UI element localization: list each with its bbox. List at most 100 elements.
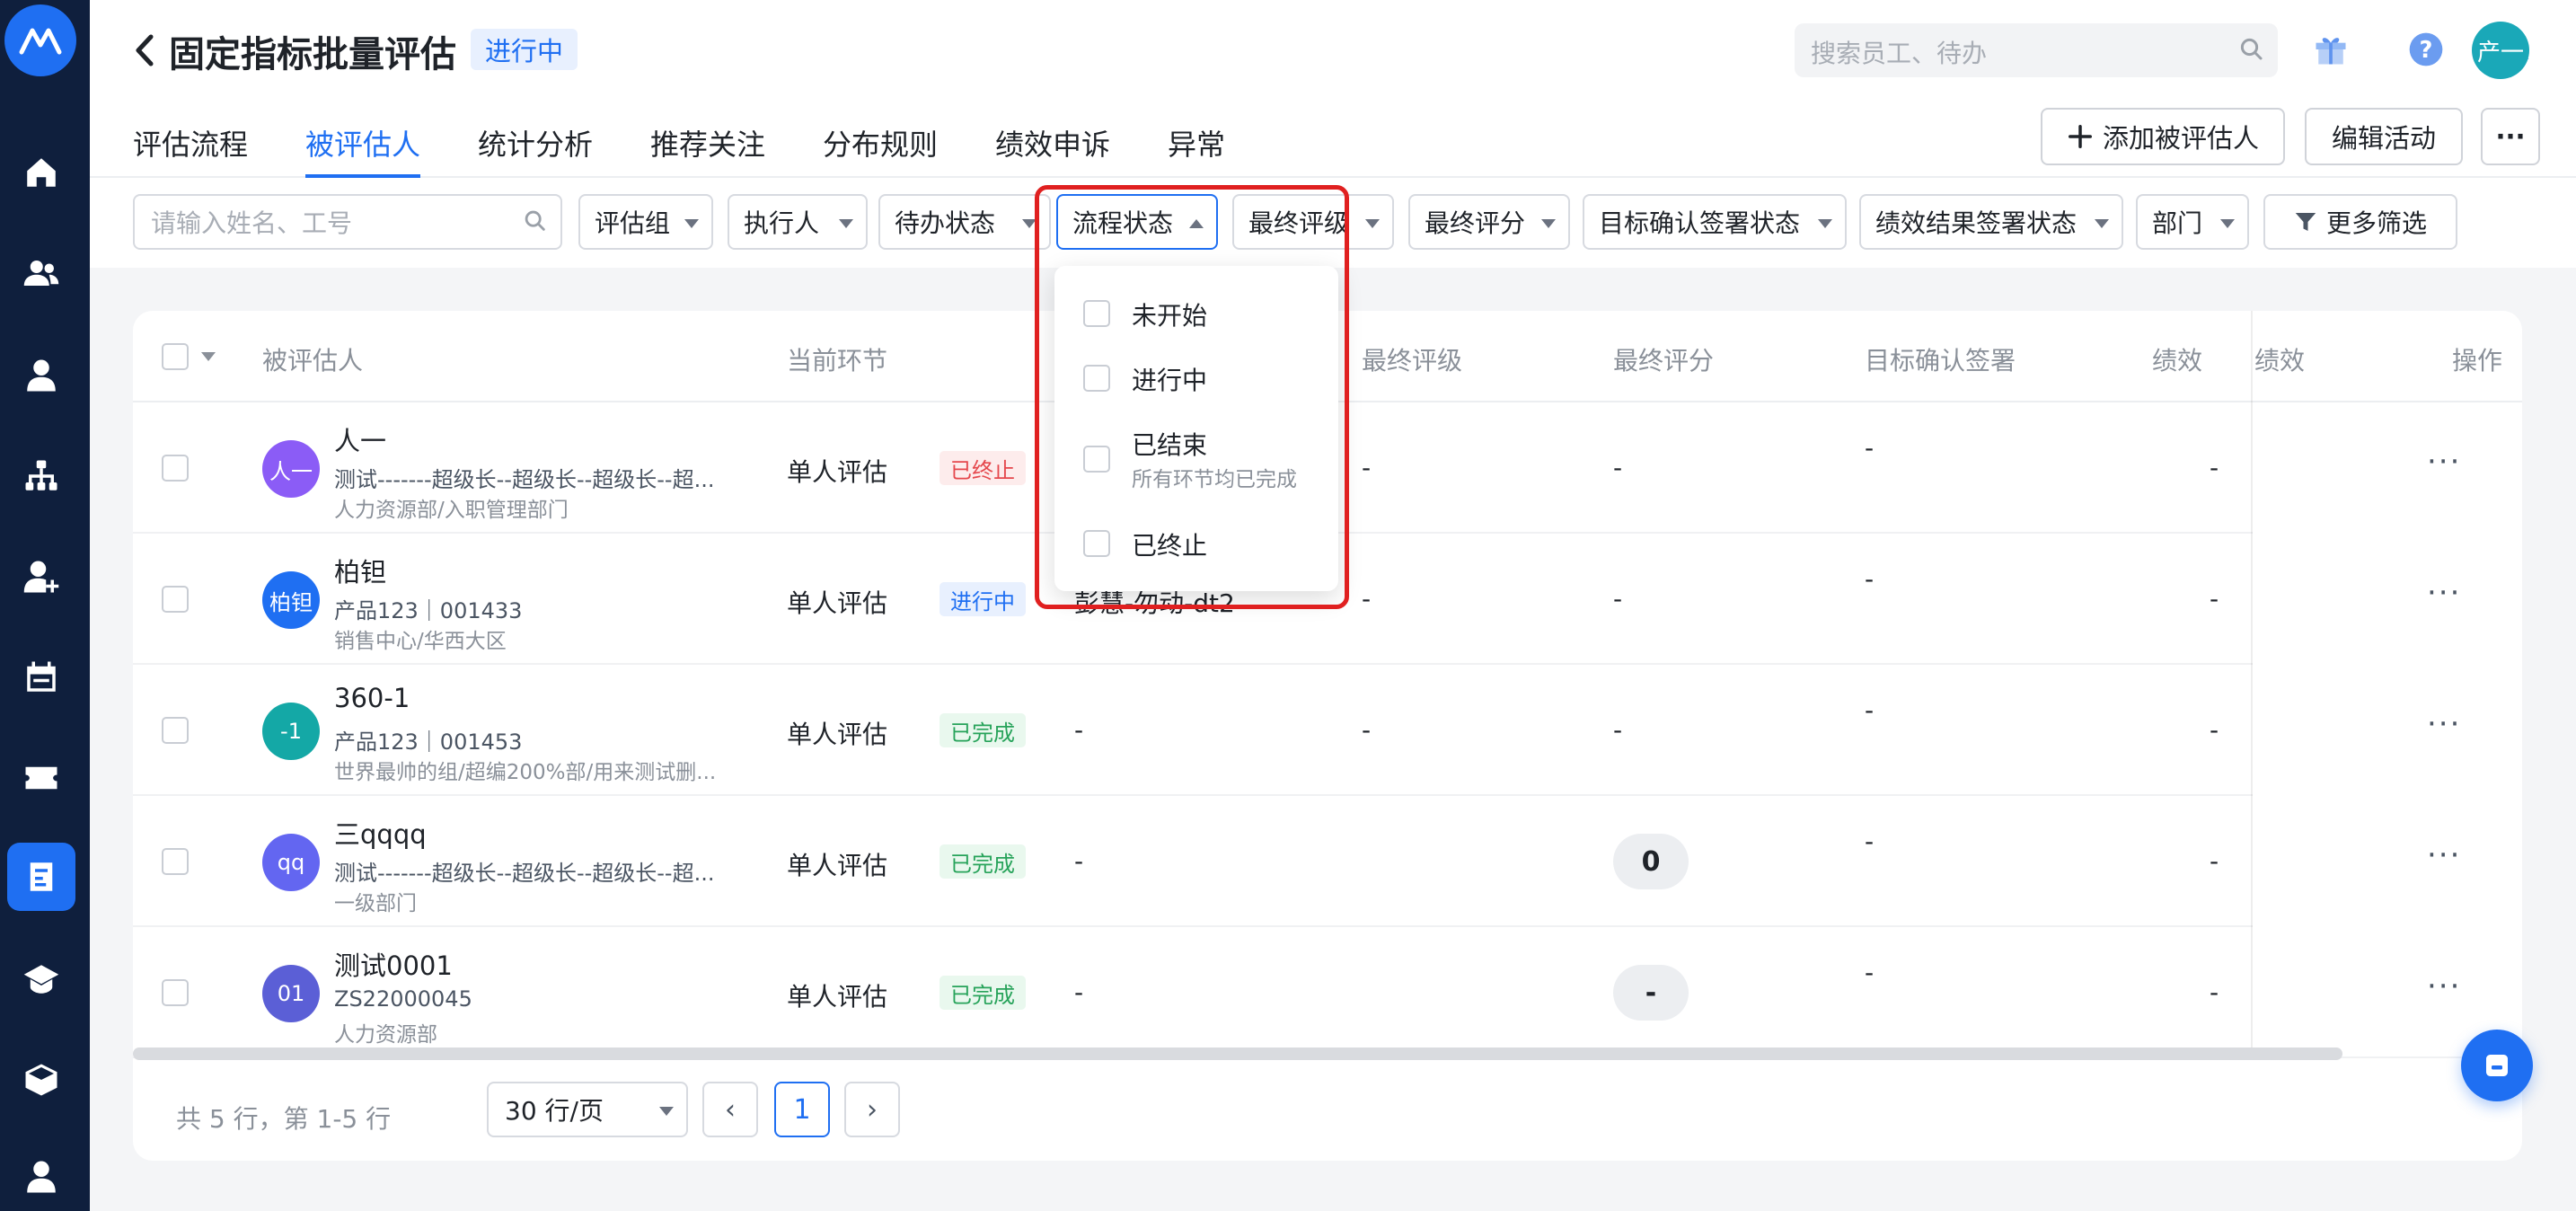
page-button-current[interactable]: 1 <box>774 1082 830 1137</box>
nav-profile-icon[interactable] <box>7 1143 75 1211</box>
name-search-placeholder: 请输入姓名、工号 <box>151 208 353 238</box>
tab-distribution-rules[interactable]: 分布规则 <box>823 122 938 174</box>
page-header: 固定指标批量评估 进行中 搜索员工、待办 ? 产一 评估流程 被评估人 统计分析… <box>90 0 2576 179</box>
employee-meta: 测试-------超级长--超级长--超级长--超... <box>334 861 715 886</box>
name-search-input[interactable]: 请输入姓名、工号 <box>133 194 562 250</box>
edit-activity-button[interactable]: 编辑活动 <box>2305 108 2463 165</box>
stage-status-badge: 进行中 <box>940 582 1026 616</box>
filter-final-score[interactable]: 最终评分 <box>1408 194 1570 250</box>
employee-meta: 测试-------超级长--超级长--超级长--超... <box>334 467 715 492</box>
current-stage: 单人评估 <box>787 457 888 487</box>
row-more-button[interactable]: ··· <box>2427 444 2461 480</box>
tab-evaluation-flow[interactable]: 评估流程 <box>133 122 248 174</box>
filter-executor[interactable]: 执行人 <box>728 194 868 250</box>
row-more-button[interactable]: ··· <box>2427 575 2461 611</box>
tab-recommended[interactable]: 推荐关注 <box>650 122 765 174</box>
tab-exceptions[interactable]: 异常 <box>1168 122 1225 174</box>
next-page-button[interactable]: › <box>844 1082 900 1137</box>
employee-name[interactable]: 360-1 <box>334 683 410 713</box>
executor: - <box>1074 715 1084 745</box>
tab-statistics[interactable]: 统计分析 <box>478 122 593 174</box>
employee-dept: 人力资源部 <box>334 1023 437 1047</box>
add-evaluatee-button[interactable]: 添加被评估人 <box>2041 108 2285 165</box>
row-checkbox[interactable] <box>162 455 189 482</box>
gift-icon[interactable] <box>2307 25 2355 74</box>
chevron-down-icon <box>684 219 699 228</box>
chevron-down-icon <box>1365 219 1380 228</box>
back-chevron-icon[interactable] <box>131 31 158 70</box>
nav-learning-icon[interactable] <box>7 945 75 1013</box>
nav-evaluation-icon[interactable] <box>7 843 75 911</box>
nav-home-icon[interactable] <box>7 138 75 207</box>
avatar: qq <box>262 834 320 891</box>
performance-value: - <box>2210 977 2219 1007</box>
more-actions-button[interactable]: ··· <box>2481 108 2540 165</box>
header-current-stage: 当前环节 <box>787 346 888 376</box>
horizontal-scrollbar[interactable] <box>133 1047 2342 1060</box>
table-row[interactable]: -1 360-1 产品123｜001453 世界最帅的组/超编200%部/用来测… <box>133 665 2522 796</box>
more-filters-button[interactable]: 更多筛选 <box>2263 194 2457 250</box>
left-nav-rail <box>0 0 90 1211</box>
help-icon[interactable]: ? <box>2402 25 2450 74</box>
stage-status-badge: 已完成 <box>940 713 1026 747</box>
tab-appeals[interactable]: 绩效申诉 <box>995 122 1110 174</box>
nav-ticket-icon[interactable] <box>7 744 75 812</box>
employee-name[interactable]: 测试0001 <box>334 945 453 983</box>
employee-name[interactable]: 三qqqq <box>334 814 427 852</box>
header-actions: 操作 <box>2452 346 2503 376</box>
svg-text:?: ? <box>2420 37 2433 64</box>
employee-dept: 世界最帅的组/超编200%部/用来测试删... <box>334 761 717 784</box>
final-rating: - <box>1362 715 1372 745</box>
filter-target-sign-status[interactable]: 目标确认签署状态 <box>1583 194 1847 250</box>
chevron-down-icon <box>1541 219 1556 228</box>
final-score: - <box>1613 715 1623 745</box>
logo-icon <box>19 28 62 55</box>
row-checkbox[interactable] <box>162 586 189 613</box>
row-checkbox[interactable] <box>162 717 189 744</box>
nav-team-icon[interactable] <box>7 239 75 307</box>
plus-icon <box>2068 125 2092 148</box>
global-search-input[interactable]: 搜索员工、待办 <box>1795 23 2278 77</box>
filter-department[interactable]: 部门 <box>2136 194 2249 250</box>
nav-add-user-icon[interactable] <box>7 543 75 611</box>
employee-meta: ZS22000045 <box>334 986 472 1012</box>
nav-org-chart-icon[interactable] <box>7 442 75 510</box>
filter-result-sign-status-label: 绩效结果签署状态 <box>1875 208 2078 238</box>
final-rating: - <box>1362 453 1372 482</box>
annotation-highlight-box <box>1035 185 1349 609</box>
employee-name[interactable]: 人一 <box>334 420 386 458</box>
table-row[interactable]: 01 测试0001 ZS22000045 人力资源部 单人评估 已完成 - - … <box>133 927 2522 1058</box>
pagination-summary: 共 5 行，第 1-5 行 <box>176 1104 392 1134</box>
floating-assistant-button[interactable] <box>2461 1030 2533 1101</box>
target-sign: - <box>1865 695 1875 725</box>
select-options-chevron-icon[interactable] <box>201 352 216 361</box>
employee-name[interactable]: 柏钽 <box>334 552 386 589</box>
prev-page-button[interactable]: ‹ <box>702 1082 758 1137</box>
nav-calendar-icon[interactable] <box>7 643 75 712</box>
nav-person-icon[interactable] <box>7 341 75 410</box>
header-final-score: 最终评分 <box>1613 346 1715 376</box>
tab-evaluatees[interactable]: 被评估人 <box>305 122 421 179</box>
filter-result-sign-status[interactable]: 绩效结果签署状态 <box>1859 194 2123 250</box>
user-avatar[interactable]: 产一 <box>2472 22 2529 79</box>
nav-box-icon[interactable] <box>7 1046 75 1114</box>
employee-dept: 一级部门 <box>334 892 417 915</box>
filter-target-sign-status-label: 目标确认签署状态 <box>1599 208 1801 238</box>
stage-status-badge: 已终止 <box>940 451 1026 485</box>
assistant-icon <box>2486 1055 2508 1076</box>
target-sign: - <box>1865 826 1875 856</box>
row-more-button[interactable]: ··· <box>2427 968 2461 1004</box>
filter-eval-group[interactable]: 评估组 <box>578 194 713 250</box>
row-more-button[interactable]: ··· <box>2427 837 2461 873</box>
current-stage: 单人评估 <box>787 588 888 618</box>
final-score-pill: - <box>1613 965 1689 1021</box>
select-all-checkbox[interactable] <box>162 343 189 370</box>
app-logo[interactable] <box>4 4 76 76</box>
filter-todo-status[interactable]: 待办状态 <box>878 194 1051 250</box>
row-more-button[interactable]: ··· <box>2427 706 2461 742</box>
table-row[interactable]: qq 三qqqq 测试-------超级长--超级长--超级长--超... 一级… <box>133 796 2522 927</box>
avatar: 柏钽 <box>262 571 320 629</box>
page-size-select[interactable]: 30 行/页 <box>487 1082 688 1137</box>
row-checkbox[interactable] <box>162 979 189 1006</box>
row-checkbox[interactable] <box>162 848 189 875</box>
